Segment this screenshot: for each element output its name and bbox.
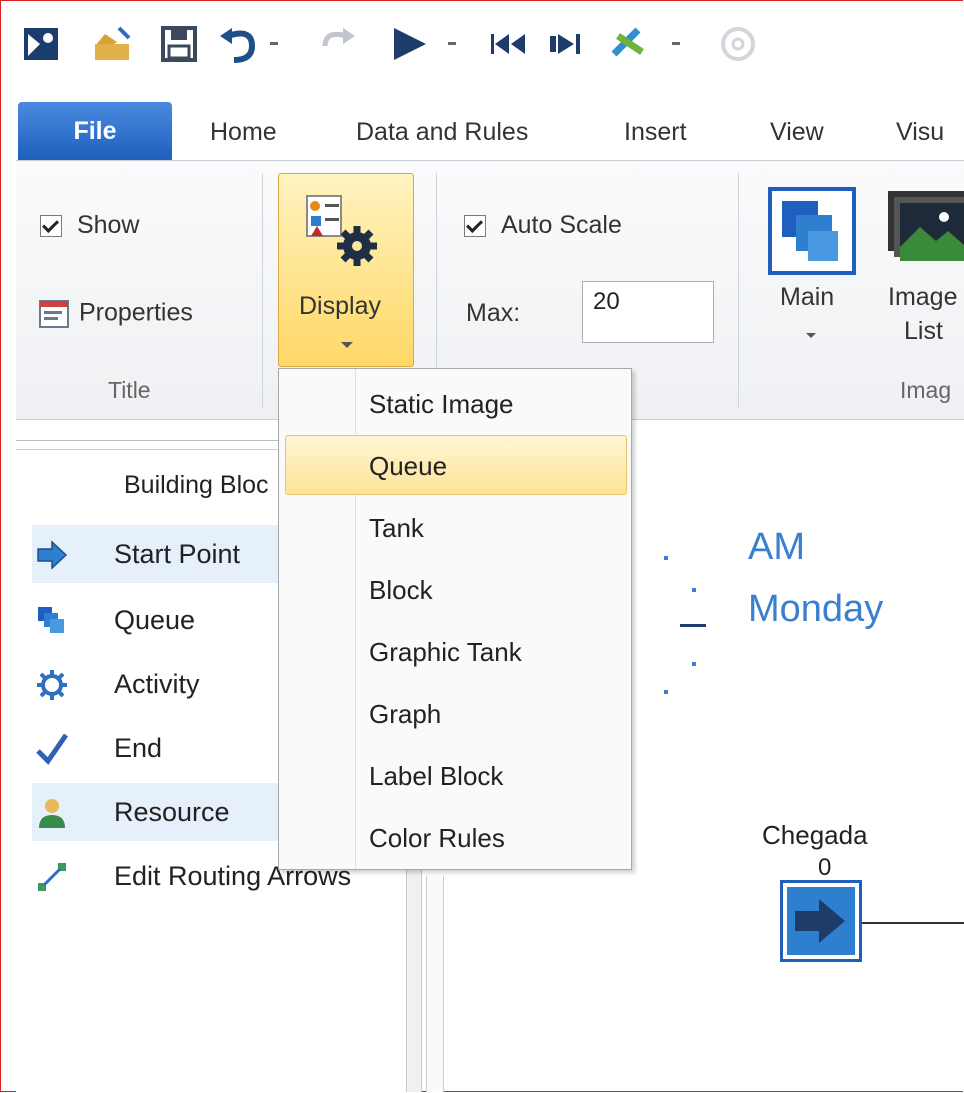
building-block-queue[interactable]: Queue — [32, 591, 282, 649]
display-label: Display — [299, 292, 381, 320]
clock-tick — [664, 690, 668, 694]
save-icon[interactable] — [156, 20, 202, 68]
menu-item-label-block[interactable]: Label Block — [369, 761, 503, 792]
tab-data-and-rules[interactable]: Data and Rules — [356, 108, 528, 156]
menu-item-queue[interactable]: Queue — [369, 451, 447, 482]
menu-item-block[interactable]: Block — [369, 575, 433, 606]
tab-insert[interactable]: Insert — [624, 108, 687, 156]
step-icon[interactable] — [544, 20, 588, 68]
menu-item-static-image[interactable]: Static Image — [369, 389, 514, 420]
redo-icon[interactable] — [314, 20, 364, 68]
undo-icon[interactable] — [216, 20, 286, 68]
node-label: Chegada — [762, 820, 868, 850]
image-list-button[interactable]: Image List — [884, 187, 964, 377]
node-count: 0 — [818, 854, 832, 881]
tab-file[interactable]: File — [18, 102, 172, 160]
image-list-label-2: List — [904, 317, 943, 345]
arrow-right-icon — [787, 887, 855, 955]
routing-arrow-icon — [38, 863, 66, 891]
ribbon-separator — [738, 173, 739, 409]
image-group-label: Imag — [900, 377, 952, 403]
display-dropdown-menu: Static Image Queue Tank Block Graphic Ta… — [278, 368, 632, 870]
help-icon[interactable] — [716, 20, 760, 68]
image-list-label-1: Image — [888, 283, 958, 311]
quick-access-toolbar — [16, 20, 964, 72]
open-icon[interactable] — [88, 20, 138, 68]
menu-item-tank[interactable]: Tank — [369, 513, 424, 544]
building-block-resource[interactable]: Resource — [32, 783, 282, 841]
routing-connector — [862, 922, 964, 924]
menu-item-graph[interactable]: Graph — [369, 699, 441, 730]
auto-scale-label: Auto Scale — [500, 211, 622, 239]
auto-scale-checkbox-box[interactable] — [464, 215, 486, 238]
queue-icon — [38, 607, 64, 633]
tab-home[interactable]: Home — [210, 108, 277, 156]
tab-visualization[interactable]: Visu — [896, 108, 944, 156]
image-list-icon — [888, 191, 964, 261]
fast-forward-icon[interactable] — [606, 20, 696, 68]
max-label: Max: — [466, 299, 521, 327]
building-block-activity[interactable]: Activity — [32, 655, 282, 713]
max-input[interactable]: 20 — [582, 281, 714, 343]
building-block-label: Activity — [114, 669, 200, 699]
auto-scale-checkbox[interactable]: Auto Scale — [464, 211, 622, 240]
run-icon[interactable] — [386, 20, 466, 68]
building-block-label: End — [114, 733, 163, 763]
display-icon — [306, 195, 377, 266]
ribbon-tabs: File Home Data and Rules Insert View Vis… — [16, 100, 964, 162]
show-label: Show — [76, 211, 140, 239]
display-button[interactable]: Display — [278, 173, 414, 367]
properties-icon — [39, 300, 69, 328]
building-block-end[interactable]: End — [32, 719, 282, 777]
main-image-icon — [768, 187, 856, 275]
start-point-node[interactable] — [780, 880, 862, 962]
chevron-down-icon — [806, 333, 816, 338]
building-blocks-title: Building Bloc — [124, 471, 269, 499]
clock-hand — [680, 624, 706, 627]
chevron-down-icon — [341, 342, 353, 348]
ribbon-separator — [262, 173, 263, 409]
building-block-label: Queue — [114, 605, 196, 635]
tab-view[interactable]: View — [770, 108, 824, 156]
show-checkbox[interactable]: Show — [40, 211, 140, 240]
menu-highlight — [285, 435, 627, 495]
menu-item-color-rules[interactable]: Color Rules — [369, 823, 505, 854]
arrow-right-icon — [37, 540, 68, 570]
main-button[interactable]: Main — [768, 187, 856, 377]
clock-am-label: AM — [748, 526, 805, 568]
reset-icon[interactable] — [484, 20, 534, 68]
vertical-ruler — [426, 876, 444, 1092]
building-block-label: Resource — [114, 797, 230, 827]
building-block-edit-routing-arrows[interactable]: Edit Routing Arrows — [32, 847, 351, 905]
title-group-label: Title — [108, 377, 151, 403]
building-block-label: Start Point — [114, 539, 241, 569]
main-label: Main — [780, 283, 835, 311]
properties-label: Properties — [78, 298, 193, 327]
clock-day-label: Monday — [748, 588, 884, 630]
gear-icon — [37, 670, 67, 700]
show-checkbox-box[interactable] — [40, 215, 62, 238]
app-logo-icon[interactable] — [20, 20, 64, 68]
properties-button[interactable]: Properties — [38, 297, 193, 331]
checkmark-icon — [36, 733, 68, 765]
clock-tick — [692, 662, 696, 666]
person-icon — [39, 799, 65, 828]
building-block-start-point[interactable]: Start Point — [32, 525, 282, 583]
clock-tick — [664, 556, 668, 560]
clock-tick — [692, 588, 696, 592]
menu-item-graphic-tank[interactable]: Graphic Tank — [369, 637, 522, 668]
